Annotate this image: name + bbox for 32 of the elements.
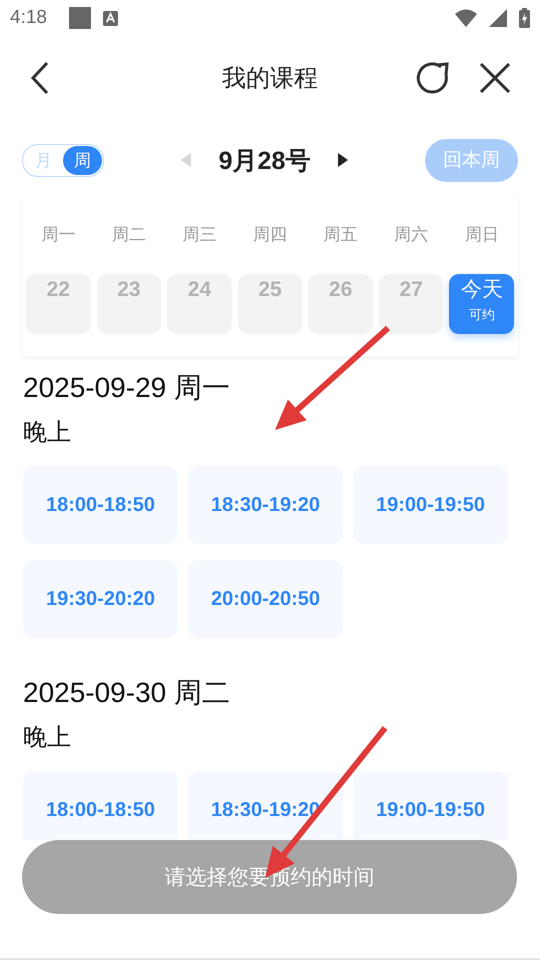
- time-slot[interactable]: 18:00-18:50: [23, 771, 178, 840]
- time-slot[interactable]: 19:30-20:20: [23, 560, 178, 638]
- wifi-icon: [455, 9, 477, 27]
- view-tab[interactable]: 周: [63, 146, 102, 174]
- page-title: 我的课程: [222, 64, 318, 94]
- weekday-label: 周五: [322, 224, 359, 246]
- period-label: 晚上: [23, 723, 72, 753]
- weekday-label: 周六: [393, 224, 430, 246]
- time-slot[interactable]: 19:00-19:50: [353, 466, 508, 544]
- section-date: 2025-09-29 周一: [23, 371, 232, 405]
- signal-icon: [489, 9, 507, 27]
- section-date: 2025-09-30 周二: [23, 676, 232, 710]
- weekday-label: 周二: [110, 224, 147, 246]
- time-slot[interactable]: 19:00-19:50: [353, 771, 508, 840]
- battery-icon: [519, 8, 530, 28]
- weekday-label: 周日: [464, 224, 500, 246]
- refresh-icon[interactable]: [416, 61, 450, 95]
- day-cell[interactable]: 今天 可约: [449, 274, 514, 334]
- back-icon[interactable]: [30, 61, 50, 95]
- time-slot[interactable]: 18:30-19:20: [188, 466, 343, 544]
- close-icon[interactable]: [480, 63, 510, 93]
- weekday-label: 周一: [40, 224, 76, 246]
- keyboard-icon: [102, 10, 118, 26]
- time-slot[interactable]: 18:00-18:50: [23, 466, 178, 544]
- current-date: 9月28号: [218, 146, 310, 176]
- period-label: 晚上: [23, 418, 72, 448]
- weekday-label: 周四: [252, 224, 288, 246]
- weekday-label: 周三: [181, 224, 218, 246]
- next-icon[interactable]: [338, 153, 348, 167]
- time-slot[interactable]: 20:00-20:50: [188, 560, 343, 638]
- status-time: 4:18: [10, 7, 47, 29]
- notification-icon: [68, 7, 91, 29]
